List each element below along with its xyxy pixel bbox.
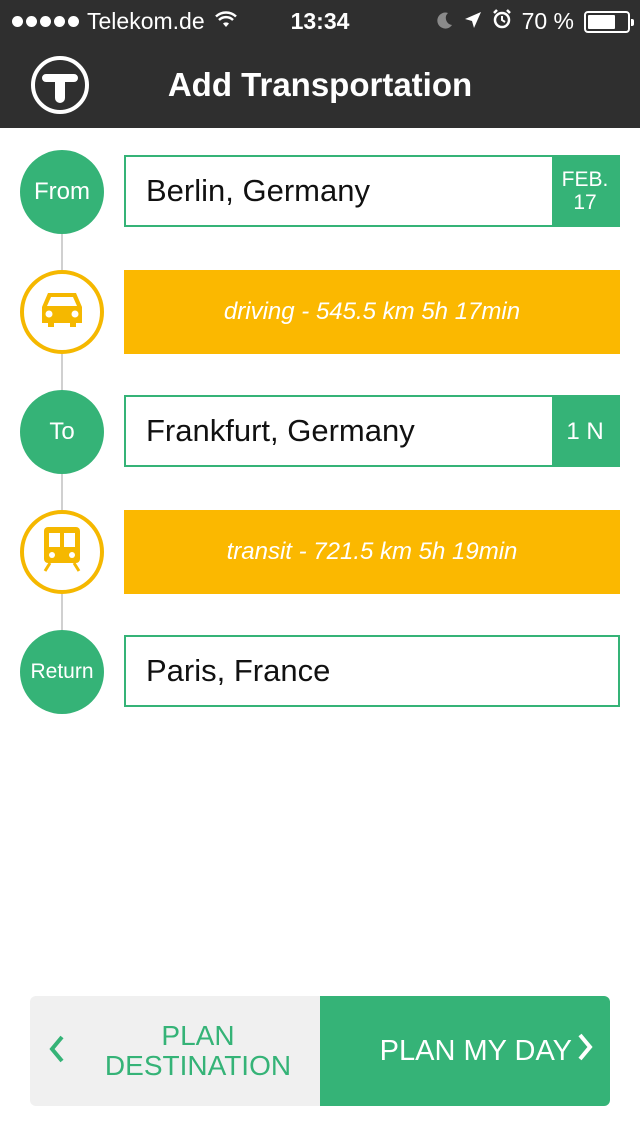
- battery-percent: 70 %: [521, 8, 574, 34]
- prev-label-line2: DESTINATION: [104, 1050, 292, 1081]
- return-badge: Return: [20, 630, 104, 714]
- transit-mode-badge[interactable]: [20, 510, 104, 594]
- chevron-right-icon: [576, 1032, 594, 1070]
- alarm-icon: [492, 8, 512, 35]
- timeline-connector: [61, 474, 63, 510]
- nav-bar: Add Transportation: [0, 42, 640, 128]
- status-bar: Telekom.de 13:34 70 %: [0, 0, 640, 42]
- to-place: Frankfurt, Germany: [146, 413, 415, 448]
- battery-icon: [584, 10, 634, 33]
- chevron-left-icon: [48, 1034, 66, 1071]
- timeline-connector: [61, 234, 63, 270]
- transit-leg-info[interactable]: transit - 721.5 km 5h 19min: [124, 510, 620, 594]
- from-date-tag[interactable]: FEB. 17: [552, 157, 618, 225]
- next-label: PLAN MY DAY: [379, 1034, 572, 1067]
- from-place: Berlin, Germany: [146, 173, 370, 208]
- driving-leg-info[interactable]: driving - 545.5 km 5h 17min: [124, 270, 620, 354]
- train-icon: [40, 525, 84, 580]
- moon-icon: [436, 8, 454, 35]
- from-field[interactable]: Berlin, Germany FEB. 17: [124, 155, 620, 227]
- plan-my-day-button[interactable]: PLAN MY DAY: [320, 996, 610, 1106]
- car-icon: [38, 289, 86, 336]
- from-badge: From: [20, 150, 104, 234]
- plan-destination-button[interactable]: PLAN DESTINATION: [30, 996, 320, 1106]
- page-title: Add Transportation: [167, 66, 473, 103]
- driving-mode-badge[interactable]: [20, 270, 104, 354]
- to-field[interactable]: Frankfurt, Germany 1 N: [124, 395, 620, 467]
- date-day: 17: [573, 191, 597, 214]
- timeline-connector: [61, 354, 63, 390]
- nights-count: 1 N: [566, 417, 604, 445]
- location-arrow-icon: [464, 8, 482, 35]
- to-badge: To: [20, 390, 104, 474]
- date-month: FEB.: [561, 168, 609, 191]
- prev-label-line1: PLAN: [161, 1020, 235, 1051]
- timeline-connector: [61, 594, 63, 630]
- return-place: Paris, France: [146, 653, 331, 688]
- return-field[interactable]: Paris, France: [124, 635, 620, 707]
- nights-tag[interactable]: 1 N: [552, 397, 618, 465]
- bottom-navigation: PLAN DESTINATION PLAN MY DAY: [30, 996, 610, 1106]
